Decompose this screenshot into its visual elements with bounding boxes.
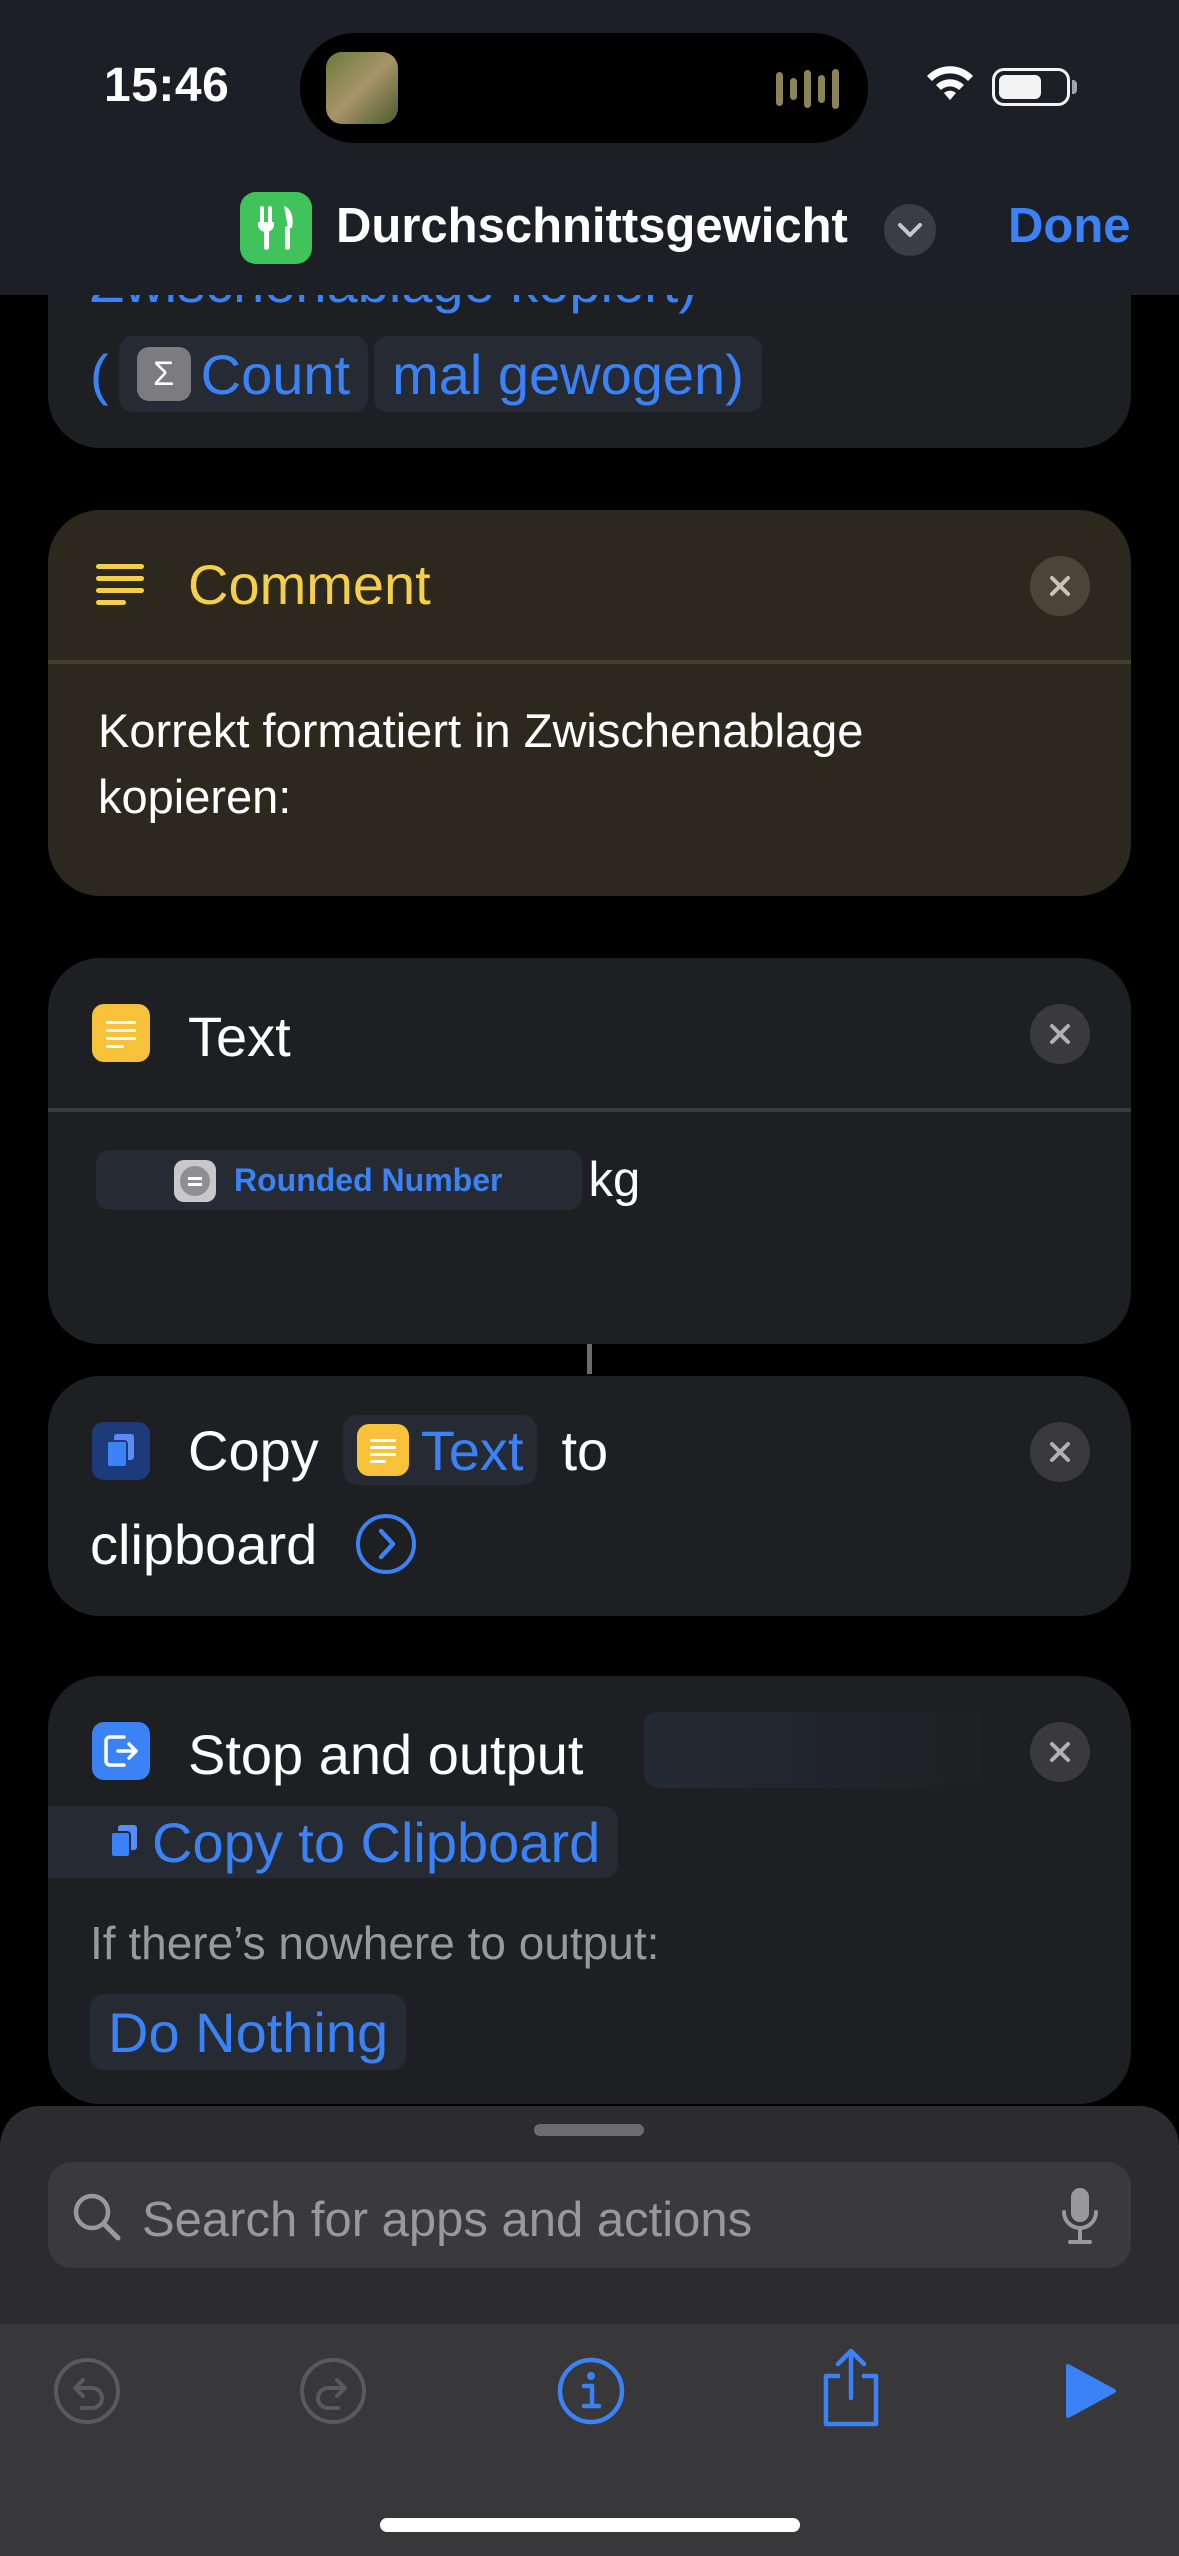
status-time: 15:46 (104, 59, 230, 112)
remove-text-action-button[interactable] (1030, 1004, 1090, 1064)
close-icon (1050, 576, 1070, 596)
home-indicator (380, 2518, 800, 2532)
audio-wave-bar (804, 70, 811, 108)
share-icon[interactable] (818, 2346, 884, 2428)
arrow-circle-icon (356, 1514, 417, 1574)
redo-icon[interactable] (298, 2356, 368, 2426)
shortcut-icon[interactable] (240, 192, 312, 264)
fork-knife-icon (258, 206, 293, 250)
clipboard-word: clipboard (90, 1512, 318, 1576)
close-icon (1050, 1024, 1070, 1044)
calculator-icon (174, 1160, 216, 1202)
remove-comment-button[interactable] (1030, 556, 1090, 616)
stop-output-action-card[interactable]: Stop and output Copy to Clipboard If the… (48, 1676, 1131, 2104)
microphone-icon[interactable] (1060, 2186, 1100, 2246)
remove-stop-action-button[interactable] (1030, 1722, 1090, 1782)
lines-icon (106, 1021, 136, 1048)
flow-connector (587, 1344, 592, 1374)
expand-options-button[interactable] (355, 1513, 417, 1575)
clipboard-icon (106, 1434, 134, 1468)
comment-divider (48, 660, 1131, 664)
text-variable-label: Text (420, 1418, 524, 1482)
now-playing-artwork (326, 52, 398, 124)
lines-icon (369, 1439, 396, 1463)
audio-wave-bar (790, 78, 797, 100)
info-icon[interactable] (556, 2356, 626, 2426)
count-suffix-text[interactable]: mal gewogen) (374, 336, 762, 412)
copy-line-1: Copy Text to (188, 1410, 608, 1490)
battery-tip (1072, 80, 1077, 94)
stop-action-title: Stop and output (188, 1723, 584, 1786)
copy-to-clipboard-label: Copy to Clipboard (152, 1810, 601, 1874)
play-icon[interactable] (1062, 2362, 1118, 2420)
copy-to-clipboard-variable[interactable]: Copy to Clipboard (48, 1806, 619, 1878)
output-placeholder-field[interactable] (644, 1712, 994, 1788)
close-icon (1050, 1742, 1070, 1762)
audio-wave-icon (776, 72, 783, 106)
do-nothing-option[interactable]: Do Nothing (90, 1994, 407, 2070)
wifi-icon (927, 66, 973, 100)
copy-word: Copy (188, 1418, 319, 1482)
search-icon (73, 2193, 121, 2241)
to-word: to (561, 1418, 609, 1482)
text-divider (48, 1108, 1131, 1112)
comment-title: Comment (188, 553, 431, 616)
shortcut-title[interactable]: Durchschnittsgewicht (336, 198, 848, 254)
sheet-grabber[interactable] (534, 2124, 644, 2136)
stop-action-icon (92, 1722, 150, 1780)
copy-clipboard-action-card[interactable]: Copy Text to clipboard (48, 1376, 1131, 1616)
text-variable-icon (356, 1424, 409, 1476)
audio-wave-bar (832, 69, 839, 109)
battery-icon (992, 68, 1070, 106)
paren-open: ( (90, 342, 109, 406)
text-action-title: Text (188, 1005, 291, 1068)
remove-copy-action-button[interactable] (1030, 1422, 1090, 1482)
previous-text-line: ( Σ Count mal gewogen) (90, 336, 762, 412)
text-variable[interactable]: Text (342, 1415, 538, 1485)
count-variable-label: Count (200, 342, 351, 406)
search-placeholder: Search for apps and actions (142, 2193, 753, 2247)
title-menu-button[interactable] (884, 204, 936, 256)
nowhere-label: If there’s nowhere to output: (90, 1917, 660, 1969)
rounded-number-variable[interactable]: Rounded Number (96, 1150, 583, 1210)
comment-text[interactable]: Korrekt formatiert in Zwischenablage kop… (98, 698, 1058, 830)
unit-text: kg (588, 1153, 641, 1207)
copy-line-2: clipboard (90, 1504, 417, 1584)
output-variable-row: Copy to Clipboard (48, 1806, 619, 1878)
rounded-number-label: Rounded Number (234, 1161, 503, 1198)
close-icon (1050, 1442, 1070, 1462)
done-button[interactable]: Done (1008, 198, 1131, 254)
count-variable[interactable]: Σ Count (118, 336, 369, 412)
exit-icon (104, 1735, 138, 1767)
text-content-line[interactable]: Rounded Number kg (96, 1150, 640, 1210)
text-action-card[interactable]: Text Rounded Number kg (48, 958, 1131, 1344)
lines-icon (96, 564, 144, 605)
undo-icon[interactable] (52, 2356, 122, 2426)
sigma-icon: Σ (136, 347, 191, 401)
chevron-down-icon (898, 223, 922, 237)
text-action-icon (92, 1004, 150, 1062)
audio-wave-bar (818, 75, 825, 103)
comment-action-card[interactable]: Comment Korrekt formatiert in Zwischenab… (48, 510, 1131, 896)
copy-action-icon (92, 1422, 150, 1480)
clipboard-icon (108, 1823, 140, 1861)
